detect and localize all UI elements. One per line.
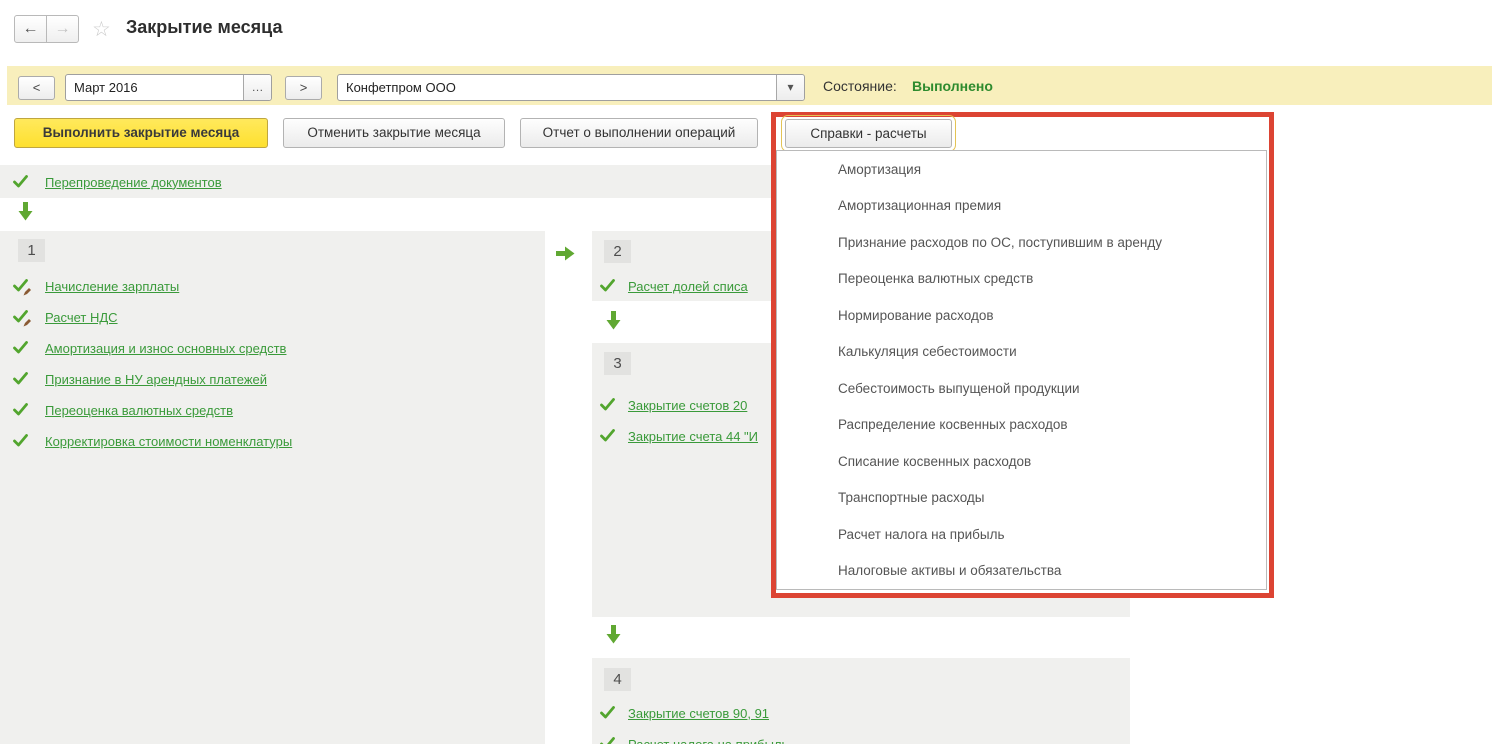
flow-step: Закрытие счета 44 "И bbox=[600, 426, 758, 446]
check-icon bbox=[13, 403, 29, 417]
menu-item[interactable]: Транспортные расходы bbox=[777, 480, 1266, 517]
flow-block-1: 1 Начисление зарплаты Расчет НДС Амортизац… bbox=[0, 231, 545, 744]
menu-item[interactable]: Налоговые активы и обязательства bbox=[777, 553, 1266, 590]
flow-step: Переоценка валютных средств bbox=[13, 400, 233, 420]
menu-item[interactable]: Себестоимость выпущеной продукции bbox=[777, 370, 1266, 407]
flow-step: Закрытие счетов 90, 91 bbox=[600, 703, 769, 723]
check-icon bbox=[600, 279, 616, 293]
menu-item[interactable]: Нормирование расходов bbox=[777, 297, 1266, 334]
check-edited-icon bbox=[13, 279, 29, 293]
highlight-annotation-box: Справки - расчеты АмортизацияАмортизацио… bbox=[771, 112, 1274, 598]
flow-step-link[interactable]: Переоценка валютных средств bbox=[45, 403, 233, 418]
arrow-down-icon bbox=[606, 625, 621, 649]
check-icon bbox=[13, 341, 29, 355]
flow-step-link[interactable]: Расчет долей списа bbox=[628, 279, 748, 294]
check-icon bbox=[13, 434, 29, 448]
flow-block-4: 4 Закрытие счетов 90, 91 Расчет налога на… bbox=[592, 658, 1130, 744]
flow-step-link[interactable]: Закрытие счетов 90, 91 bbox=[628, 706, 769, 721]
arrow-down-icon bbox=[606, 311, 621, 335]
check-icon bbox=[600, 398, 616, 412]
block-number-badge: 1 bbox=[18, 239, 45, 262]
flow-step-link[interactable]: Закрытие счетов 20 bbox=[628, 398, 747, 413]
menu-item[interactable]: Признание расходов по ОС, поступившим в … bbox=[777, 224, 1266, 261]
check-edited-icon bbox=[13, 310, 29, 324]
check-icon bbox=[600, 706, 616, 720]
flow-step-link[interactable]: Расчет НДС bbox=[45, 310, 118, 325]
flow-step: Признание в НУ арендных платежей bbox=[13, 369, 267, 389]
block-number-badge: 3 bbox=[604, 352, 631, 375]
references-calculations-button[interactable]: Справки - расчеты bbox=[785, 119, 952, 148]
menu-item[interactable]: Распределение косвенных расходов bbox=[777, 407, 1266, 444]
check-icon bbox=[600, 737, 616, 744]
flow-step-link[interactable]: Признание в НУ арендных платежей bbox=[45, 372, 267, 387]
check-icon bbox=[600, 429, 616, 443]
arrow-right-icon bbox=[556, 246, 575, 266]
flow-step-link[interactable]: Расчет налога на прибыль bbox=[628, 737, 788, 744]
flow-step: Корректировка стоимости номенклатуры bbox=[13, 431, 292, 451]
menu-item[interactable]: Амортизационная премия bbox=[777, 188, 1266, 225]
block-number-badge: 4 bbox=[604, 668, 631, 691]
flow-step-link[interactable]: Амортизация и износ основных средств bbox=[45, 341, 286, 356]
flow-step-link[interactable]: Корректировка стоимости номенклатуры bbox=[45, 434, 292, 449]
reposting-link[interactable]: Перепроведение документов bbox=[45, 175, 222, 190]
menu-item[interactable]: Расчет налога на прибыль bbox=[777, 516, 1266, 553]
flow-step: Расчет долей списа bbox=[600, 276, 748, 296]
flow-step: Закрытие счетов 20 bbox=[600, 395, 747, 415]
menu-item[interactable]: Переоценка валютных средств bbox=[777, 261, 1266, 298]
check-icon bbox=[13, 372, 29, 386]
flow-step: Расчет налога на прибыль bbox=[600, 734, 788, 744]
flow-step: Амортизация и износ основных средств bbox=[13, 338, 286, 358]
arrow-down-icon bbox=[18, 202, 33, 226]
flow-step-link[interactable]: Начисление зарплаты bbox=[45, 279, 179, 294]
menu-item[interactable]: Калькуляция себестоимости bbox=[777, 334, 1266, 371]
menu-item[interactable]: Амортизация bbox=[777, 151, 1266, 188]
block-number-badge: 2 bbox=[604, 240, 631, 263]
check-icon bbox=[13, 175, 29, 189]
month-closing-window: ← → ☆ Закрытие месяца < Март 2016 … > Ко… bbox=[0, 0, 1492, 744]
menu-item[interactable]: Списание косвенных расходов bbox=[777, 443, 1266, 480]
flow-step-link[interactable]: Закрытие счета 44 "И bbox=[628, 429, 758, 444]
references-menu: АмортизацияАмортизационная премияПризнан… bbox=[776, 150, 1267, 590]
flow-step: Расчет НДС bbox=[13, 307, 118, 327]
flow-step: Начисление зарплаты bbox=[13, 276, 179, 296]
